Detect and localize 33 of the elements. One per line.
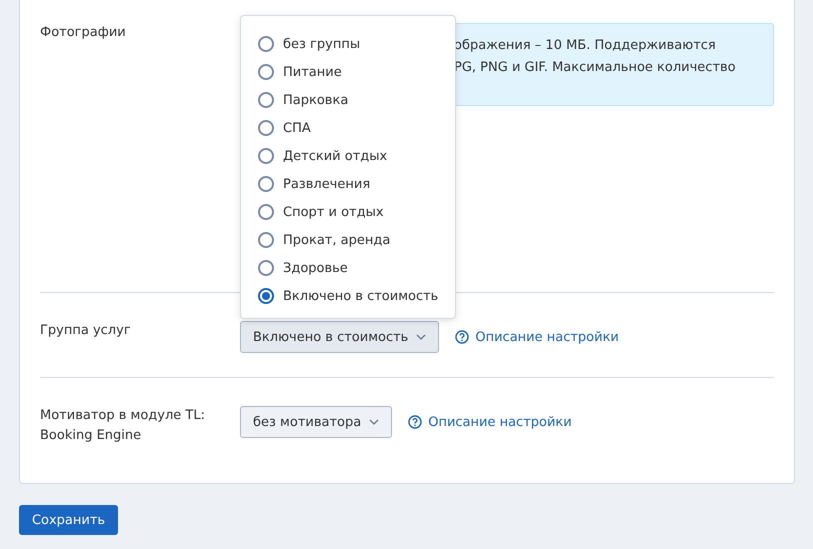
group-select[interactable]: Включено в стоимость <box>240 321 440 353</box>
radio-button[interactable] <box>258 288 274 304</box>
radio-button[interactable] <box>258 204 274 220</box>
radio-button[interactable] <box>258 120 274 136</box>
chevron-down-icon <box>416 334 426 340</box>
menu-option[interactable]: СПА <box>241 114 455 142</box>
menu-option[interactable]: Парковка <box>241 86 455 114</box>
menu-option[interactable]: без группы <box>241 30 455 58</box>
radio-button[interactable] <box>258 92 274 108</box>
field-label: Мотиватор в модуле TL: Booking Engine <box>40 407 206 445</box>
menu-option[interactable]: Включено в стоимость <box>241 282 455 310</box>
menu-option[interactable]: Развлечения <box>241 170 455 198</box>
radio-button[interactable] <box>258 232 274 248</box>
radio-button[interactable] <box>258 148 274 164</box>
help-link[interactable]: Описание настройки <box>408 414 572 430</box>
help-link[interactable]: Описание настройки <box>455 330 619 344</box>
chevron-down-icon <box>369 419 380 425</box>
info-text: ображения – 10 МБ. Поддерживаются <box>454 37 717 55</box>
radio-button[interactable] <box>258 260 274 276</box>
radio-button[interactable] <box>258 176 274 192</box>
radio-button[interactable] <box>258 64 274 80</box>
menu-option[interactable]: Прокат, аренда <box>241 226 455 254</box>
field-label: Фотографии <box>40 24 127 42</box>
menu-option[interactable]: Спорт и отдых <box>241 198 455 226</box>
menu-option[interactable]: Детский отдых <box>241 142 455 170</box>
field-label: Группа услуг <box>40 322 132 340</box>
radio-button[interactable] <box>258 36 274 52</box>
save-button[interactable]: Сохранить <box>19 505 118 535</box>
menu-option[interactable]: Здоровье <box>241 254 455 282</box>
motivator-select[interactable]: без мотиватора <box>240 406 392 438</box>
help-icon <box>455 330 470 344</box>
menu-option[interactable]: Питание <box>241 58 455 86</box>
help-icon <box>408 415 422 429</box>
